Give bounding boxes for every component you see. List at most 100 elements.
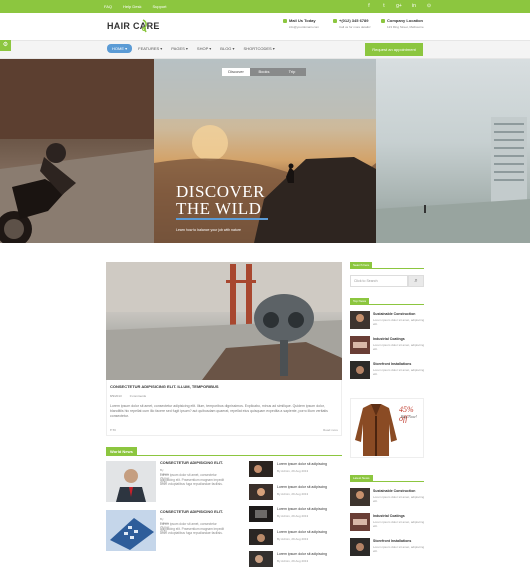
world-news-heading-bar: World News [106,447,342,456]
hero-slide-motorcycle[interactable] [0,59,154,243]
news-thumbnail [350,488,370,506]
small-news-meta: By Admin, 29 Aug 2013 [277,514,309,518]
motorcycle-image [0,59,154,243]
latest-news-item[interactable]: Industrial Coatings Lorem ipsum dolor si… [350,513,424,531]
news-thumbnail [249,551,273,567]
top-news-item[interactable]: Storefront Installations Lorem ipsum dol… [350,361,424,379]
top-news-title[interactable]: Industrial Coatings [373,337,405,341]
small-news-item[interactable]: Lorem ipsum dolor sit adipiscing By Admi… [249,529,343,545]
news-text: Lorem ipsum dolor sit amet, consectetur … [160,522,224,535]
small-news-item[interactable]: Lorem ipsum dolor sit adipiscing By Admi… [249,461,343,477]
small-news-meta: By Admin, 29 Aug 2013 [277,559,309,563]
news-thumbnail [350,361,370,379]
search-widget-heading: Search here [350,262,373,269]
support-link[interactable]: Support [152,4,166,9]
hero-title-line2: THE WILD [176,199,262,218]
latest-news-title[interactable]: Industrial Coatings [373,514,405,518]
top-bar: FAQ Help Desk Support f t g+ in ⊙ [0,0,530,13]
featured-post-date: 8/9/2013 [110,394,122,398]
news-thumbnail [350,311,370,329]
twitter-icon[interactable]: t [381,3,387,9]
small-news-meta: By Admin, 29 Aug 2013 [277,537,309,541]
contact-location-title: Company Location [387,18,424,23]
top-news-item[interactable]: Industrial Coatings Lorem ipsum dolor si… [350,336,424,354]
news-text: Lorem ipsum dolor sit amet, consectetur … [160,473,224,486]
sidebar-search-input[interactable]: Click to Search [350,275,408,287]
facebook-icon[interactable]: f [366,3,372,9]
search-icon[interactable]: ⌕ [408,275,424,287]
small-news-item[interactable]: Lorem ipsum dolor sit adipiscing By Admi… [249,551,343,567]
binocular-viewer-image [106,262,342,380]
phone-icon [333,18,337,23]
linkedin-icon[interactable]: in [411,3,417,9]
latest-news-title[interactable]: Storefront Installations [373,539,411,543]
nav-features[interactable]: FEATURES ▾ [135,44,165,53]
site-logo[interactable]: HAIR CARE [107,21,160,31]
contact-phone: +(012) 345 6789 Call us for more details… [333,18,371,29]
featured-post-comments[interactable]: 0 comments [130,394,146,398]
latest-news-heading: Latest News [350,475,373,482]
likes-count[interactable]: ♥ 56 [110,428,116,432]
top-links: FAQ Help Desk Support [104,4,166,9]
site-header: HAIR CARE Mail Us Today info@yourdomain.… [0,13,530,40]
featured-post-image[interactable] [106,262,342,380]
news-title[interactable]: CONSECTETUR ADIPISICING ELIT. [160,461,223,465]
settings-side-tab[interactable]: ⚙ [0,40,11,51]
jacket-ad-banner[interactable]: 45% off Buy Now! [350,398,424,458]
latest-news-text: Lorem ipsum dolor sit amet, adipiscing e… [373,545,425,553]
small-news-title[interactable]: Lorem ipsum dolor sit adipiscing [277,552,327,556]
hero-tab-discover[interactable]: Discover [222,68,250,76]
nav-blog[interactable]: BLOG ▾ [217,44,237,53]
featured-post-title[interactable]: CONSECTETUR ADIPISICING ELIT. ILLUM, TEM… [110,384,219,389]
nav-shortcodes[interactable]: SHORTCODES ▾ [241,44,278,53]
top-news-text: Lorem ipsum dolor sit amet, adipiscing e… [373,368,425,376]
ad-buy-now[interactable]: Buy Now! [401,414,417,419]
small-news-item[interactable]: Lorem ipsum dolor sit adipiscing By Admi… [249,484,343,500]
nav-pages[interactable]: PAGES ▾ [168,44,191,53]
small-news-title[interactable]: Lorem ipsum dolor sit adipiscing [277,507,327,511]
social-links: f t g+ in ⊙ [366,3,432,9]
appointment-button[interactable]: Request an appointment [365,43,423,56]
beach-image [376,117,530,243]
latest-news-item[interactable]: Sustainable Construction Lorem ipsum dol… [350,488,424,506]
small-news-title[interactable]: Lorem ipsum dolor sit adipiscing [277,485,327,489]
top-news-heading-bar: Top News [350,298,424,305]
businessman-thumbnail [106,461,156,502]
latest-news-text: Lorem ipsum dolor sit amet, adipiscing e… [373,520,425,528]
contact-location: Company Location 123 Ring Street, Melbou… [381,18,424,29]
contact-mail: Mail Us Today info@yourdomain.com [283,18,319,29]
google-plus-icon[interactable]: g+ [396,3,402,9]
small-news-title[interactable]: Lorem ipsum dolor sit adipiscing [277,530,327,534]
calculator-thumbnail [106,510,156,551]
hero-title: DISCOVER THE WILD [176,183,265,217]
hero-slide-beach[interactable] [376,59,530,243]
latest-news-item[interactable]: Storefront Installations Lorem ipsum dol… [350,538,424,556]
news-thumbnail [249,506,273,522]
world-news-heading: World News [106,447,137,456]
top-news-item[interactable]: Sustainable Construction Lorem ipsum dol… [350,311,424,329]
latest-news-title[interactable]: Sustainable Construction [373,489,415,493]
top-news-title[interactable]: Sustainable Construction [373,312,415,316]
news-thumbnail [350,513,370,531]
hero-title-line1: DISCOVER [176,182,266,201]
news-title[interactable]: CONSECTETUR ADIPISICING ELIT. [160,510,223,514]
contact-phone-title: +(012) 345 6789 [339,18,369,23]
hero-tab-books[interactable]: Books [250,68,278,76]
nav-home[interactable]: HOME ▾ [107,44,133,53]
location-icon [381,18,385,23]
read-more-link[interactable]: Read more [323,428,338,432]
small-news-meta: By Admin, 29 Aug 2013 [277,492,309,496]
rss-icon[interactable]: ⊙ [426,3,432,9]
small-news-title[interactable]: Lorem ipsum dolor sit adipiscing [277,462,327,466]
news-thumbnail [350,538,370,556]
hero-tabs: Discover Books Trip [222,68,306,76]
help-desk-link[interactable]: Help Desk [123,4,141,9]
nav-shop[interactable]: SHOP ▾ [194,44,214,53]
top-news-title[interactable]: Storefront Installations [373,362,411,366]
news-thumbnail [249,529,273,545]
news-thumbnail [249,461,273,477]
small-news-item[interactable]: Lorem ipsum dolor sit adipiscing By Admi… [249,506,343,522]
hero-tab-trip[interactable]: Trip [278,68,306,76]
faq-link[interactable]: FAQ [104,4,112,9]
top-news-text: Lorem ipsum dolor sit amet, adipiscing e… [373,343,425,351]
